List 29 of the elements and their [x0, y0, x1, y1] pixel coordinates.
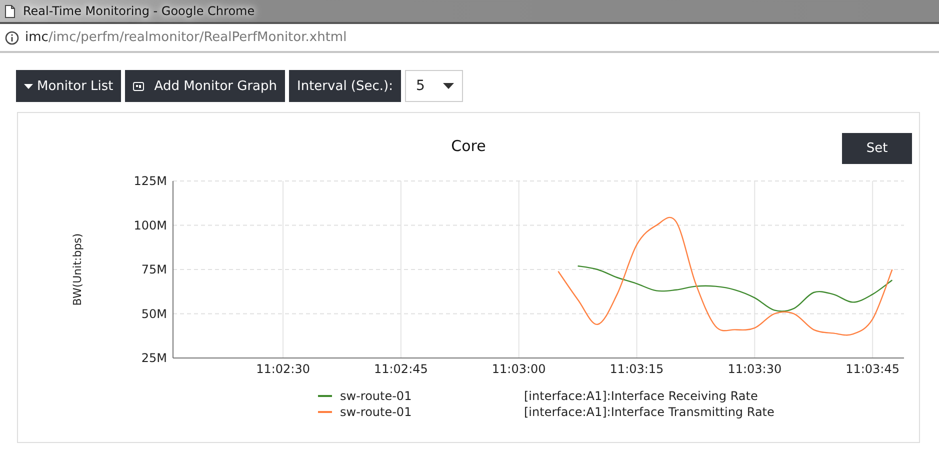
y-tick-label: 50M	[141, 306, 167, 321]
window-title: Real-Time Monitoring - Google Chrome	[23, 4, 255, 18]
add-graph-button[interactable]: Add Monitor Graph	[125, 70, 286, 102]
y-tick-label: 125M	[134, 174, 167, 188]
x-tick-label: 11:02:30	[256, 362, 310, 376]
legend-metric: [interface:A1]:Interface Receiving Rate	[524, 389, 759, 403]
caret-icon	[24, 84, 33, 88]
url-text[interactable]: imc/imc/perfm/realmonitor/RealPerfMonitor.xhtml	[25, 30, 347, 45]
legend-metric: [interface:A1]:Interface Transmitting Rate	[524, 405, 776, 419]
x-tick-label: 11:02:45	[374, 362, 428, 376]
info-icon[interactable]	[5, 30, 19, 44]
interval-select[interactable]: 5	[405, 70, 463, 102]
interval-label: Interval (Sec.):	[289, 70, 401, 102]
monitor-list-button[interactable]: Monitor List	[16, 70, 122, 102]
legend-device: sw-route-01	[340, 389, 413, 403]
x-tick-label: 11:03:30	[728, 362, 782, 376]
y-tick-label: 100M	[134, 218, 167, 232]
graph-icon	[133, 82, 144, 90]
y-axis-title: BW(Unit:bps)	[71, 233, 84, 306]
y-tick-label: 25M	[141, 351, 167, 365]
dropdown-icon	[443, 83, 454, 89]
x-tick-label: 11:03:00	[492, 362, 546, 376]
x-tick-label: 11:03:15	[610, 362, 664, 376]
y-tick-label: 75M	[141, 262, 167, 276]
chart-title: Core	[451, 136, 486, 154]
set-button[interactable]: Set	[842, 133, 912, 164]
legend-device: sw-route-01	[340, 405, 413, 419]
page-icon	[5, 4, 15, 18]
x-tick-label: 11:03:45	[846, 362, 900, 376]
